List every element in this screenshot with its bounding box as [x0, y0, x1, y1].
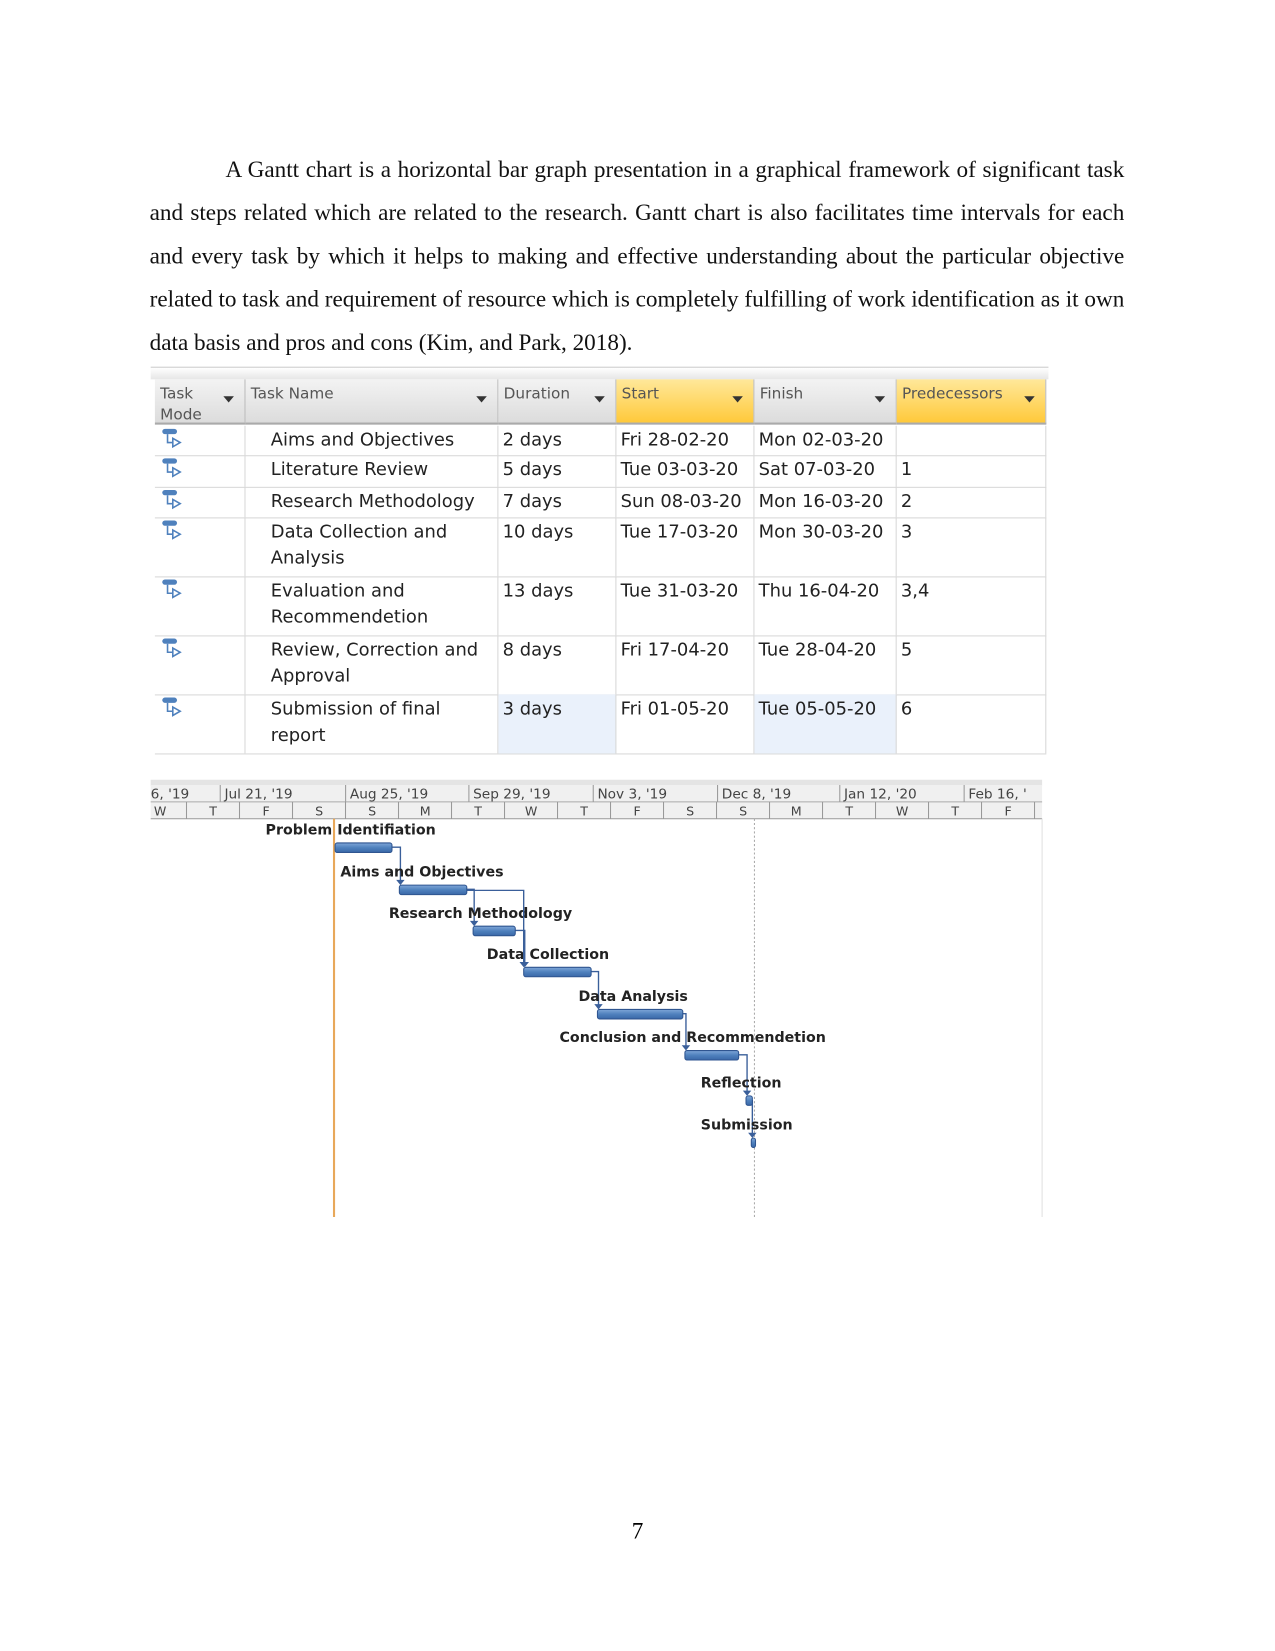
timescale-minor-label: M: [420, 804, 431, 819]
task-bar-label: Data Collection: [487, 947, 609, 963]
task-bar-label: Research Methodology: [389, 906, 573, 922]
timescale-minor-label: F: [1005, 804, 1012, 819]
timescale-minor-label: S: [368, 804, 376, 819]
document-page: A Gantt chart is a horizontal bar graph …: [0, 0, 1275, 1651]
task-bar-label: Aims and Objectives: [340, 865, 503, 881]
task-bar-label: Problem Identifiation: [266, 823, 436, 839]
task-bar: [334, 842, 393, 853]
timescale-minor-label: M: [791, 804, 802, 819]
timescale-major-label: Feb 16, ': [968, 787, 1026, 803]
timescale-major-label: Aug 25, '19: [350, 787, 428, 803]
timescale-minor-label: S: [315, 804, 323, 819]
timescale-major-label: Jul 21, '19: [223, 787, 292, 803]
timescale-minor-label: T: [579, 804, 588, 819]
timescale-major-label: Nov 3, '19: [597, 787, 667, 803]
task-bar: [596, 1008, 684, 1020]
task-bar: [745, 1095, 753, 1106]
timescale-minor-label: T: [473, 804, 482, 819]
timescale-major-label: 6, '19: [151, 787, 190, 803]
timescale-minor-label: T: [844, 804, 853, 819]
timescale-minor-label: F: [634, 804, 641, 819]
task-bar: [750, 1137, 757, 1149]
timescale-minor-label: W: [896, 804, 909, 819]
timescale-minor-label: W: [154, 804, 167, 819]
task-bar: [684, 1050, 740, 1061]
gantt-chart: 6, '19 Jul 21, '19 Aug 25, '19 Sep 29, '19 N…: [150, 779, 1043, 1218]
task-bar-label: Submission: [701, 1118, 793, 1134]
timescale-major-label: Sep 29, '19: [473, 787, 550, 803]
timescale-minor-label: S: [739, 804, 747, 819]
task-bar-label: Data Analysis: [578, 989, 687, 1005]
timescale-major-label: Dec 8, '19: [722, 787, 791, 803]
page-number: 7: [631, 1517, 644, 1544]
timescale-minor-label: T: [208, 804, 217, 819]
task-bar: [523, 966, 592, 978]
timescale-minor-label: W: [525, 804, 538, 819]
timescale-minor-label: S: [686, 804, 694, 819]
task-bar-label: Conclusion and Recommendetion: [560, 1030, 826, 1046]
timescale-major-label: Jan 12, '20: [843, 787, 917, 803]
timescale-minor-label: T: [950, 804, 959, 819]
task-bar: [398, 884, 468, 896]
timescale-minor-label: F: [263, 804, 270, 819]
task-bar-label: Reflection: [701, 1075, 782, 1091]
task-bar: [472, 925, 516, 937]
